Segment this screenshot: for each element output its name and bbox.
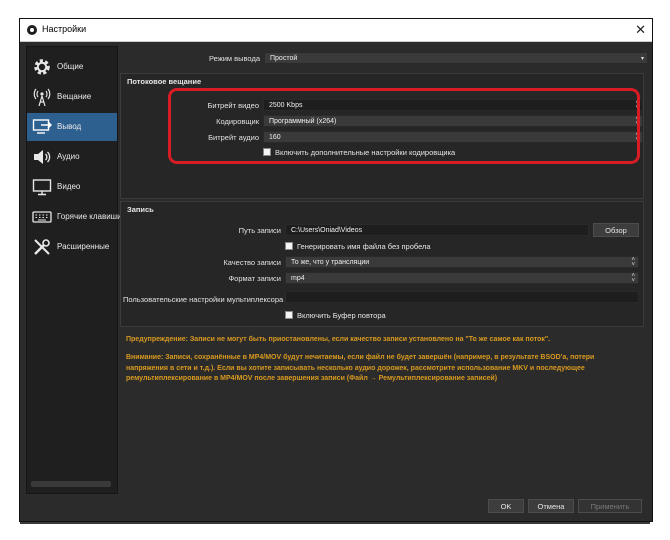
sidebar-item-label: Видео [57,182,81,191]
apply-button[interactable]: Применить [578,499,642,513]
muxer-settings-label: Пользовательские настройки мультиплексор… [123,295,284,304]
sidebar-item-label: Горячие клавиши [57,212,122,221]
speaker-icon [34,150,51,164]
muxer-settings-input[interactable] [285,291,639,303]
sidebar-item-output[interactable]: Вывод [27,113,117,141]
sidebar-item-label: Общие [57,62,84,71]
sidebar-item-broadcast[interactable]: Вещание [27,83,117,111]
ok-button[interactable]: OK [488,499,524,513]
sidebar-scrollbar[interactable] [31,481,111,487]
streaming-highlight-frame [168,88,640,164]
recording-format-select[interactable]: mp4 ˄ ˅ [285,272,639,284]
broadcast-icon [33,88,51,107]
replay-buffer-checkbox[interactable] [285,311,293,319]
output-icon [32,119,52,134]
recording-quality-select[interactable]: То же, что у трансляции ˄ ˅ [285,256,639,268]
gear-icon [34,59,50,75]
tools-icon [34,239,50,255]
sidebar-item-label: Вывод [57,122,82,131]
mp4-warning-line: напряжения в сети и т.д.). Если вы хотит… [126,364,585,372]
recording-path-label: Путь записи [238,226,281,235]
sidebar-item-hotkeys[interactable]: Горячие клавиши [27,203,122,231]
updown-icon: ˄ ˅ [631,256,635,268]
output-mode-select[interactable]: Простой ▾ [264,52,648,64]
mp4-warning: Внимание: Записи, сохранённые в MP4/MOV … [126,353,638,385]
monitor-icon [32,179,52,196]
streaming-group-title: Потоковое вещание [127,77,202,86]
obs-app-icon [27,25,37,35]
replay-buffer-label: Включить Буфер повтора [297,311,386,320]
recording-group-title: Запись [127,205,154,214]
settings-sidebar: Общие Вещание Вывод Аудио Видео Горячие … [26,46,122,494]
sidebar-item-video[interactable]: Видео [27,173,117,201]
no-space-filename-checkbox[interactable] [285,242,293,250]
recording-group: Запись Путь записи C:\Users\Oniad\Videos… [120,201,644,327]
chevron-down-icon: ▾ [640,56,644,62]
no-space-filename-label: Генерировать имя файла без пробела [297,242,431,251]
sidebar-item-audio[interactable]: Аудио [27,143,117,171]
updown-icon: ˄ ˅ [631,272,635,284]
recording-quality-label: Качество записи [223,258,281,267]
close-icon[interactable]: ✕ [635,22,646,38]
sidebar-item-label: Расширенные [57,242,110,251]
sidebar-item-label: Аудио [57,152,80,161]
title-bar: Настройки ✕ [20,19,652,42]
recording-format-label: Формат записи [228,274,281,283]
cancel-button[interactable]: Отмена [528,499,574,513]
browse-button[interactable]: Обзор [593,223,639,237]
sidebar-item-label: Вещание [57,92,92,101]
recording-path-input[interactable]: C:\Users\Oniad\Videos [285,224,589,236]
pause-warning: Предупреждение: Записи не могут быть при… [126,336,551,343]
sidebar-item-general[interactable]: Общие [27,53,117,81]
mp4-warning-line: ремультиплексирование в MP4/MOV после за… [126,375,498,382]
sidebar-item-advanced[interactable]: Расширенные [27,233,117,261]
mp4-warning-line: Внимание: Записи, сохранённые в MP4/MOV … [126,354,595,361]
output-mode-label: Режим вывода [208,54,260,63]
keyboard-icon [32,211,52,223]
window-title: Настройки [42,24,87,34]
